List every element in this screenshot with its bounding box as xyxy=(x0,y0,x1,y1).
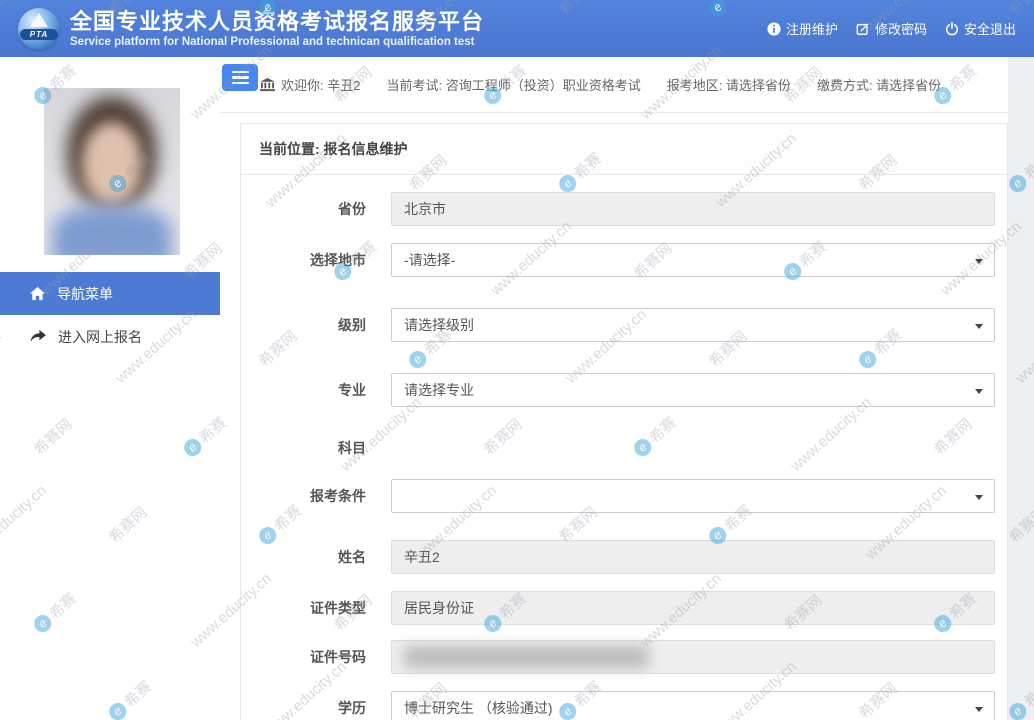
select-dropdown[interactable]: 请选择专业 xyxy=(391,373,995,407)
sidebar-item-nav-menu[interactable]: 导航菜单 xyxy=(0,272,220,315)
readonly-input: 居民身份证 xyxy=(391,591,995,625)
sidebar-item-enter-registration[interactable]: 进入网上报名 xyxy=(0,315,220,358)
select-dropdown[interactable]: 请选择级别 xyxy=(391,308,995,342)
field-value: 北京市 xyxy=(404,193,446,225)
form-row: 科目 xyxy=(241,431,995,465)
applicant-photo xyxy=(44,88,180,255)
panel-title: 当前位置: 报名信息维护 xyxy=(241,124,1007,175)
field-label: 科目 xyxy=(241,438,366,458)
select-dropdown[interactable]: 博士研究生 （核验通过) xyxy=(391,691,995,720)
selected-value: 请选择级别 xyxy=(404,317,474,333)
field-value: 辛丑2 xyxy=(404,541,440,573)
select-dropdown[interactable] xyxy=(391,479,995,513)
info-icon xyxy=(767,22,781,36)
field-label: 证件类型 xyxy=(241,598,366,618)
form-row: 选择地市 -请选择- xyxy=(241,243,995,277)
form-row: 姓名 辛丑2 xyxy=(241,540,995,574)
form-row: 专业 请选择专业 xyxy=(241,373,995,407)
empty-control xyxy=(391,431,995,465)
field-label: 姓名 xyxy=(241,547,366,567)
watermark-text: e希赛 xyxy=(1004,676,1034,720)
field-label: 学历 xyxy=(241,698,366,718)
change-password-link[interactable]: 修改密码 xyxy=(856,19,927,38)
field-label: 报考条件 xyxy=(241,486,366,506)
app-subtitle: Service platform for National Profession… xyxy=(70,36,767,48)
chevron-down-icon xyxy=(975,495,983,500)
breadcrumb-current-exam: 当前考试: 咨询工程师（投资）职业资格考试 xyxy=(386,75,640,94)
selected-value: 博士研究生 （核验通过) xyxy=(404,700,553,716)
readonly-input xyxy=(391,640,995,674)
field-label: 证件号码 xyxy=(241,647,366,667)
sidebar: 导航菜单 进入网上报名 xyxy=(0,57,220,720)
safe-logout-link[interactable]: 安全退出 xyxy=(945,19,1016,38)
educity-logo-icon: e xyxy=(1006,172,1030,196)
watermark-text: www.educity.cn xyxy=(1012,306,1034,387)
form-row: 证件类型 居民身份证 xyxy=(241,591,995,625)
watermark-text: e希赛 xyxy=(1004,148,1034,197)
form-row: 省份 北京市 xyxy=(241,192,995,226)
sidebar-menu: 导航菜单 进入网上报名 xyxy=(0,272,220,358)
form-row: 级别 请选择级别 xyxy=(241,308,995,342)
readonly-input: 北京市 xyxy=(391,192,995,226)
app-title: 全国专业技术人员资格考试报名服务平台 xyxy=(70,9,767,35)
selected-value: -请选择- xyxy=(404,252,455,268)
registration-maintenance-link[interactable]: 注册维护 xyxy=(767,19,838,38)
chevron-down-icon xyxy=(975,707,983,712)
form-row: 报考条件 xyxy=(241,479,995,513)
masked-value xyxy=(404,646,649,668)
field-value: 居民身份证 xyxy=(404,592,474,624)
field-label: 级别 xyxy=(241,315,366,335)
field-label: 选择地市 xyxy=(241,250,366,270)
field-label: 专业 xyxy=(241,380,366,400)
form-fields: 省份 北京市选择地市 -请选择- 级别 请选择级别专业 请选择专业科目报考条件姓名 辛丑2 证… xyxy=(241,192,1007,720)
power-icon xyxy=(945,22,959,36)
edit-icon xyxy=(856,22,870,36)
educity-logo-icon: e xyxy=(1006,700,1030,720)
selected-value: 请选择专业 xyxy=(404,382,474,398)
pta-logo-icon: PTA xyxy=(18,8,60,50)
breadcrumb-welcome: 欢迎你: 辛丑2 xyxy=(260,75,360,94)
watermark-text: 希赛网 xyxy=(1004,502,1034,548)
institution-icon xyxy=(260,78,275,92)
chevron-down-icon xyxy=(975,389,983,394)
sidebar-toggle-button[interactable] xyxy=(222,64,258,91)
app-header: PTA 全国专业技术人员资格考试报名服务平台 Service platform … xyxy=(0,0,1034,57)
main-content: 欢迎你: 辛丑2 当前考试: 咨询工程师（投资）职业资格考试 报考地区: 请选择… xyxy=(220,57,1008,720)
chevron-down-icon xyxy=(975,324,983,329)
form-row: 证件号码 xyxy=(241,640,995,674)
select-dropdown[interactable]: -请选择- xyxy=(391,243,995,277)
form-row: 学历 博士研究生 （核验通过) xyxy=(241,691,995,720)
field-label: 省份 xyxy=(241,199,366,219)
breadcrumb-payment-method: 缴费方式: 请选择省份 xyxy=(817,75,941,94)
enter-arrow-icon xyxy=(30,330,46,343)
breadcrumb: 欢迎你: 辛丑2 当前考试: 咨询工程师（投资）职业资格考试 报考地区: 请选择… xyxy=(220,57,1008,113)
registration-info-panel: 当前位置: 报名信息维护 省份 北京市选择地市 -请选择- 级别 请选择级别专业 请选择专… xyxy=(240,123,1008,720)
readonly-input: 辛丑2 xyxy=(391,540,995,574)
home-icon xyxy=(30,287,45,301)
chevron-down-icon xyxy=(975,259,983,264)
breadcrumb-exam-area: 报考地区: 请选择省份 xyxy=(667,75,791,94)
